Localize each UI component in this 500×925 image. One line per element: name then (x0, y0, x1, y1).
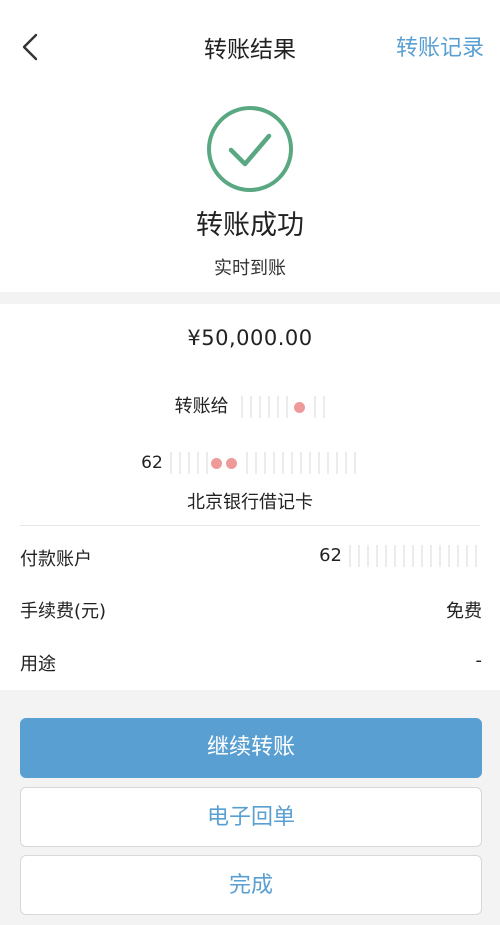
recipient-account-redacted (162, 452, 209, 474)
purpose-value: - (475, 650, 483, 671)
sticker-icon (294, 401, 306, 413)
transfer-records-link[interactable]: 转账记录 (396, 30, 484, 62)
recipient-account-redacted (238, 452, 359, 474)
payer-account-redacted (342, 545, 482, 567)
transfer-detail-panel: ¥50,000.00 转账给 62 北京银行借记卡 付款账户 62 手续费(元)… (0, 304, 500, 690)
success-check-icon (206, 105, 294, 193)
payer-account-value: 62 (319, 545, 482, 567)
recipient-label: 转账给 (174, 396, 229, 417)
payer-account-label: 付款账户 (20, 549, 92, 570)
status-subtitle: 实时到账 (214, 258, 286, 279)
done-button[interactable]: 完成 (20, 855, 482, 915)
sticker-icon (210, 457, 222, 469)
recipient-bank: 北京银行借记卡 (187, 492, 313, 513)
recipient-row: 转账给 (0, 392, 500, 418)
purpose-label: 用途 (20, 654, 56, 675)
e-receipt-button[interactable]: 电子回单 (20, 787, 482, 847)
fee-label: 手续费(元) (20, 601, 107, 622)
divider (20, 525, 480, 526)
payer-account-prefix: 62 (319, 545, 342, 566)
recipient-account-row: 62 (0, 452, 500, 474)
recipient-name-redacted (307, 396, 326, 418)
recipient-name-redacted (234, 396, 293, 418)
sticker-icon (225, 457, 237, 469)
fee-value: 免费 (446, 601, 482, 622)
top-bar: 转账结果 转账记录 (0, 0, 500, 87)
transfer-amount: ¥50,000.00 (187, 326, 313, 350)
recipient-account-prefix: 62 (141, 453, 163, 473)
status-panel: 转账成功 实时到账 (0, 86, 500, 292)
continue-transfer-button[interactable]: 继续转账 (20, 718, 482, 778)
status-title: 转账成功 (196, 210, 304, 241)
